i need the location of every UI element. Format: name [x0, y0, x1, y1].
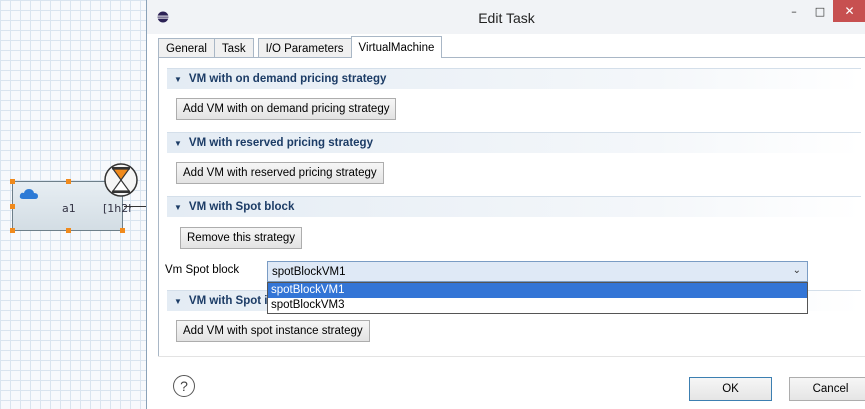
add-spot-instance-vm-button[interactable]: Add VM with spot instance strategy [176, 320, 370, 342]
add-reserved-vm-button[interactable]: Add VM with reserved pricing strategy [176, 162, 384, 184]
resize-handle[interactable] [120, 228, 125, 233]
triangle-down-icon: ▼ [174, 74, 182, 84]
resize-handle[interactable] [10, 228, 15, 233]
maximize-button[interactable]: □ [807, 0, 833, 22]
remove-strategy-button[interactable]: Remove this strategy [180, 227, 303, 249]
section-title: VM with Spot block [188, 201, 295, 213]
section-on-demand-header[interactable]: ▼ VM with on demand pricing strategy [167, 68, 861, 89]
title-bar[interactable]: Edit Task – □ ✕ [147, 0, 865, 34]
chevron-down-icon[interactable]: ⌄ [793, 265, 801, 276]
close-button[interactable]: ✕ [833, 0, 865, 22]
edit-task-dialog: Edit Task – □ ✕ General Task I/O Paramet… [146, 0, 865, 409]
resize-handle[interactable] [66, 179, 71, 184]
section-spot-block-header[interactable]: ▼ VM with Spot block [167, 196, 861, 217]
section-title: VM with on demand pricing strategy [188, 73, 387, 85]
select-value: spotBlockVM1 [272, 265, 346, 278]
footer-divider [158, 356, 865, 357]
vm-spot-block-select[interactable]: spotBlockVM1 ⌄ [267, 261, 808, 282]
tab-general[interactable]: General [158, 38, 215, 58]
resize-handle[interactable] [10, 204, 15, 209]
cancel-button[interactable]: Cancel [789, 377, 865, 401]
hourglass-icon [104, 163, 138, 197]
connection-edge [124, 206, 146, 207]
dropdown-option[interactable]: spotBlockVM3 [268, 298, 807, 313]
help-icon[interactable]: ? [173, 375, 195, 397]
resize-handle[interactable] [66, 228, 71, 233]
section-title: VM with reserved pricing strategy [188, 137, 373, 149]
cloud-icon [19, 189, 38, 199]
task-duration: [1h2h] [103, 202, 133, 215]
tab-content: ▼ VM with on demand pricing strategy Add… [158, 58, 861, 356]
task-name: a1 [62, 202, 76, 215]
tab-task[interactable]: Task [213, 38, 254, 58]
triangle-down-icon: ▼ [174, 202, 182, 212]
resize-handle[interactable] [10, 179, 15, 184]
vm-spot-block-label: Vm Spot block [165, 264, 240, 276]
tab-io-parameters[interactable]: I/O Parameters [257, 38, 352, 58]
add-on-demand-vm-button[interactable]: Add VM with on demand pricing strategy [176, 98, 397, 120]
vm-spot-block-dropdown: spotBlockVM1 spotBlockVM3 [267, 282, 808, 314]
triangle-down-icon: ▼ [174, 296, 182, 306]
tab-bar: General Task I/O Parameters VirtualMachi… [158, 36, 443, 58]
ok-button[interactable]: OK [689, 377, 772, 401]
minimize-button[interactable]: – [781, 0, 807, 22]
section-reserved-header[interactable]: ▼ VM with reserved pricing strategy [167, 132, 861, 153]
triangle-down-icon: ▼ [174, 138, 182, 148]
dialog-title: Edit Task [478, 10, 535, 26]
tab-virtual-machine[interactable]: VirtualMachine [350, 36, 443, 58]
dropdown-option[interactable]: spotBlockVM1 [268, 283, 807, 298]
